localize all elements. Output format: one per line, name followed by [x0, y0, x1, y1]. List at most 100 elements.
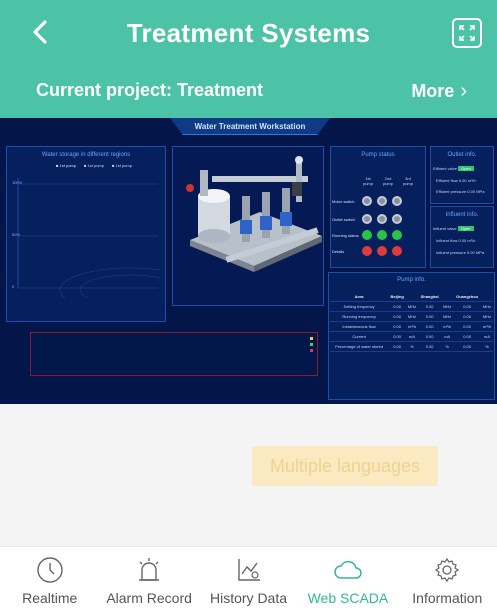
table-cell: Setting frequency: [330, 301, 389, 312]
table-cell: mA: [481, 331, 493, 342]
motor-switch-2[interactable]: [377, 196, 387, 206]
table-cell: %: [481, 341, 493, 352]
legend-dot: [310, 349, 313, 352]
more-button[interactable]: More ›: [411, 80, 467, 103]
pump-column-header: 1st pump: [362, 176, 373, 186]
table-cell: 0.00: [417, 331, 442, 342]
motor-switch-3[interactable]: [392, 196, 402, 206]
expand-icon: [459, 25, 475, 41]
table-cell: 0.00: [417, 341, 442, 352]
outlet-valve-value[interactable]: Open: [458, 166, 474, 171]
table-cell: 0.00: [388, 331, 407, 342]
table-cell: MHz: [441, 301, 454, 312]
tab-information[interactable]: Information: [398, 547, 497, 612]
details-button-3[interactable]: [392, 246, 402, 256]
table-cell: mA: [441, 331, 454, 342]
outlet-pressure-label: Effluent pressure: [436, 189, 467, 194]
influent-flow-value: 0.00: [458, 238, 467, 243]
row-label: Running status: [332, 232, 359, 238]
table-row: Running frequency 0.00 MHz 0.00 MHz 0.00 MHz: [330, 311, 493, 322]
table-cell: 0.00: [453, 321, 482, 332]
influent-info-title: Influent info.: [445, 212, 479, 218]
outlet-pressure-row: Effluent pressure 0.00 MPa: [436, 189, 484, 194]
tab-history-data[interactable]: History Data: [199, 547, 298, 612]
influent-pressure-row: Influent pressure 0.00 MPa: [436, 250, 484, 255]
tab-label: Information: [412, 590, 483, 606]
outlet-flow-unit: m³/h: [467, 178, 476, 183]
outlet-switch-2[interactable]: [377, 214, 387, 224]
bottom-tab-bar: Realtime Alarm Record History Data Web S…: [0, 546, 497, 612]
table-cell: MHz: [406, 311, 418, 322]
table-row: Instantaneous flow 0.00 m³/h 0.00 m³/h 0.00 m³…: [330, 321, 493, 332]
row-label: Details: [332, 248, 345, 254]
motor-switch-1[interactable]: [362, 196, 372, 206]
motor-switch-row: Motor switch: [332, 196, 407, 206]
fullscreen-button[interactable]: [452, 18, 482, 48]
running-status-row: Running status: [332, 230, 407, 240]
row-label: Motor switch: [332, 198, 355, 204]
storage-legend: 1st pump 1st pump 1st pump: [56, 163, 132, 168]
tab-label: Web SCADA: [307, 590, 389, 606]
outlet-switch-1[interactable]: [362, 214, 372, 224]
multiple-languages-button[interactable]: Multiple languages: [252, 446, 438, 486]
table-cell: 0.00: [388, 341, 407, 352]
tab-web-scada[interactable]: Web SCADA: [298, 547, 397, 612]
table-row: Setting frequency 0.00 MHz 0.00 MHz 0.00 MHz: [330, 301, 493, 312]
influent-pressure-value: 0.00: [466, 250, 475, 255]
table-header-cell: [406, 292, 418, 302]
tab-alarm-record[interactable]: Alarm Record: [99, 547, 198, 612]
outlet-switch-3[interactable]: [392, 214, 402, 224]
table-cell: 0.00: [453, 341, 482, 352]
table-header-cell: Area: [330, 292, 389, 302]
influent-valve-label: Influent valve: [433, 226, 457, 231]
table-cell: m³/h: [441, 321, 454, 332]
running-status-2: [377, 230, 387, 240]
table-cell: %: [406, 341, 418, 352]
app-screen: Treatment Systems Current project: Treat…: [0, 0, 497, 612]
table-cell: Instantaneous flow: [330, 321, 389, 332]
table-cell: 0.00: [417, 301, 442, 312]
table-cell: Running frequency: [330, 311, 389, 322]
pump-station-image: [186, 156, 322, 272]
details-row: Details: [332, 246, 407, 256]
storage-grid: [17, 178, 160, 298]
table-cell: 0.00: [453, 331, 482, 342]
table-cell: Percentage of water stored: [330, 341, 389, 352]
legend-dot: [310, 337, 313, 340]
table-cell: %: [441, 341, 454, 352]
table-cell: 0.00: [453, 311, 482, 322]
table-header-cell: Beijing: [388, 292, 407, 302]
table-cell: 0.00: [388, 321, 407, 332]
table-header-cell: Guangzhou: [453, 292, 482, 302]
row-label: Outlet switch: [332, 216, 355, 222]
legend-item: 1st pump: [56, 163, 76, 168]
pump-info-title: Pump info.: [397, 277, 426, 283]
tab-label: History Data: [210, 590, 288, 606]
current-project-label: Current project: Treatment: [36, 80, 264, 100]
influent-pressure-unit: MPa: [475, 250, 485, 255]
cloud-icon: [333, 555, 363, 585]
tab-realtime[interactable]: Realtime: [0, 547, 99, 612]
outlet-info-title: Outlet info.: [447, 152, 477, 158]
trend-chart: [30, 332, 318, 376]
table-cell: MHz: [406, 301, 418, 312]
chart-legend-dots: [310, 337, 313, 352]
scada-dashboard[interactable]: Water Treatment Workstation Water storag…: [0, 118, 497, 404]
table-header-cell: [441, 292, 454, 302]
influent-flow-unit: m³/h: [467, 238, 476, 243]
influent-pressure-label: Influent pressure: [436, 250, 466, 255]
influent-valve-row: Influent valve Open: [433, 226, 474, 231]
details-button-1[interactable]: [362, 246, 372, 256]
chevron-right-icon: ›: [460, 80, 467, 102]
outlet-flow-row: Effluent flow 0.00 m³/h: [436, 178, 476, 183]
outlet-info-panel: Outlet info.: [430, 146, 494, 204]
outlet-pressure-unit: MPa: [476, 189, 485, 194]
outlet-valve-label: Effluent valve: [433, 166, 457, 171]
pump-info-table-body: Area Beijing Shanghai Guangzhou Setting freq…: [330, 292, 493, 352]
influent-valve-value[interactable]: Open: [457, 226, 474, 231]
table-header-row: Area Beijing Shanghai Guangzhou: [330, 292, 493, 302]
details-button-2[interactable]: [377, 246, 387, 256]
tab-label: Realtime: [22, 590, 78, 606]
table-header-cell: [481, 292, 493, 302]
workstation-title: Water Treatment Workstation: [170, 118, 330, 135]
